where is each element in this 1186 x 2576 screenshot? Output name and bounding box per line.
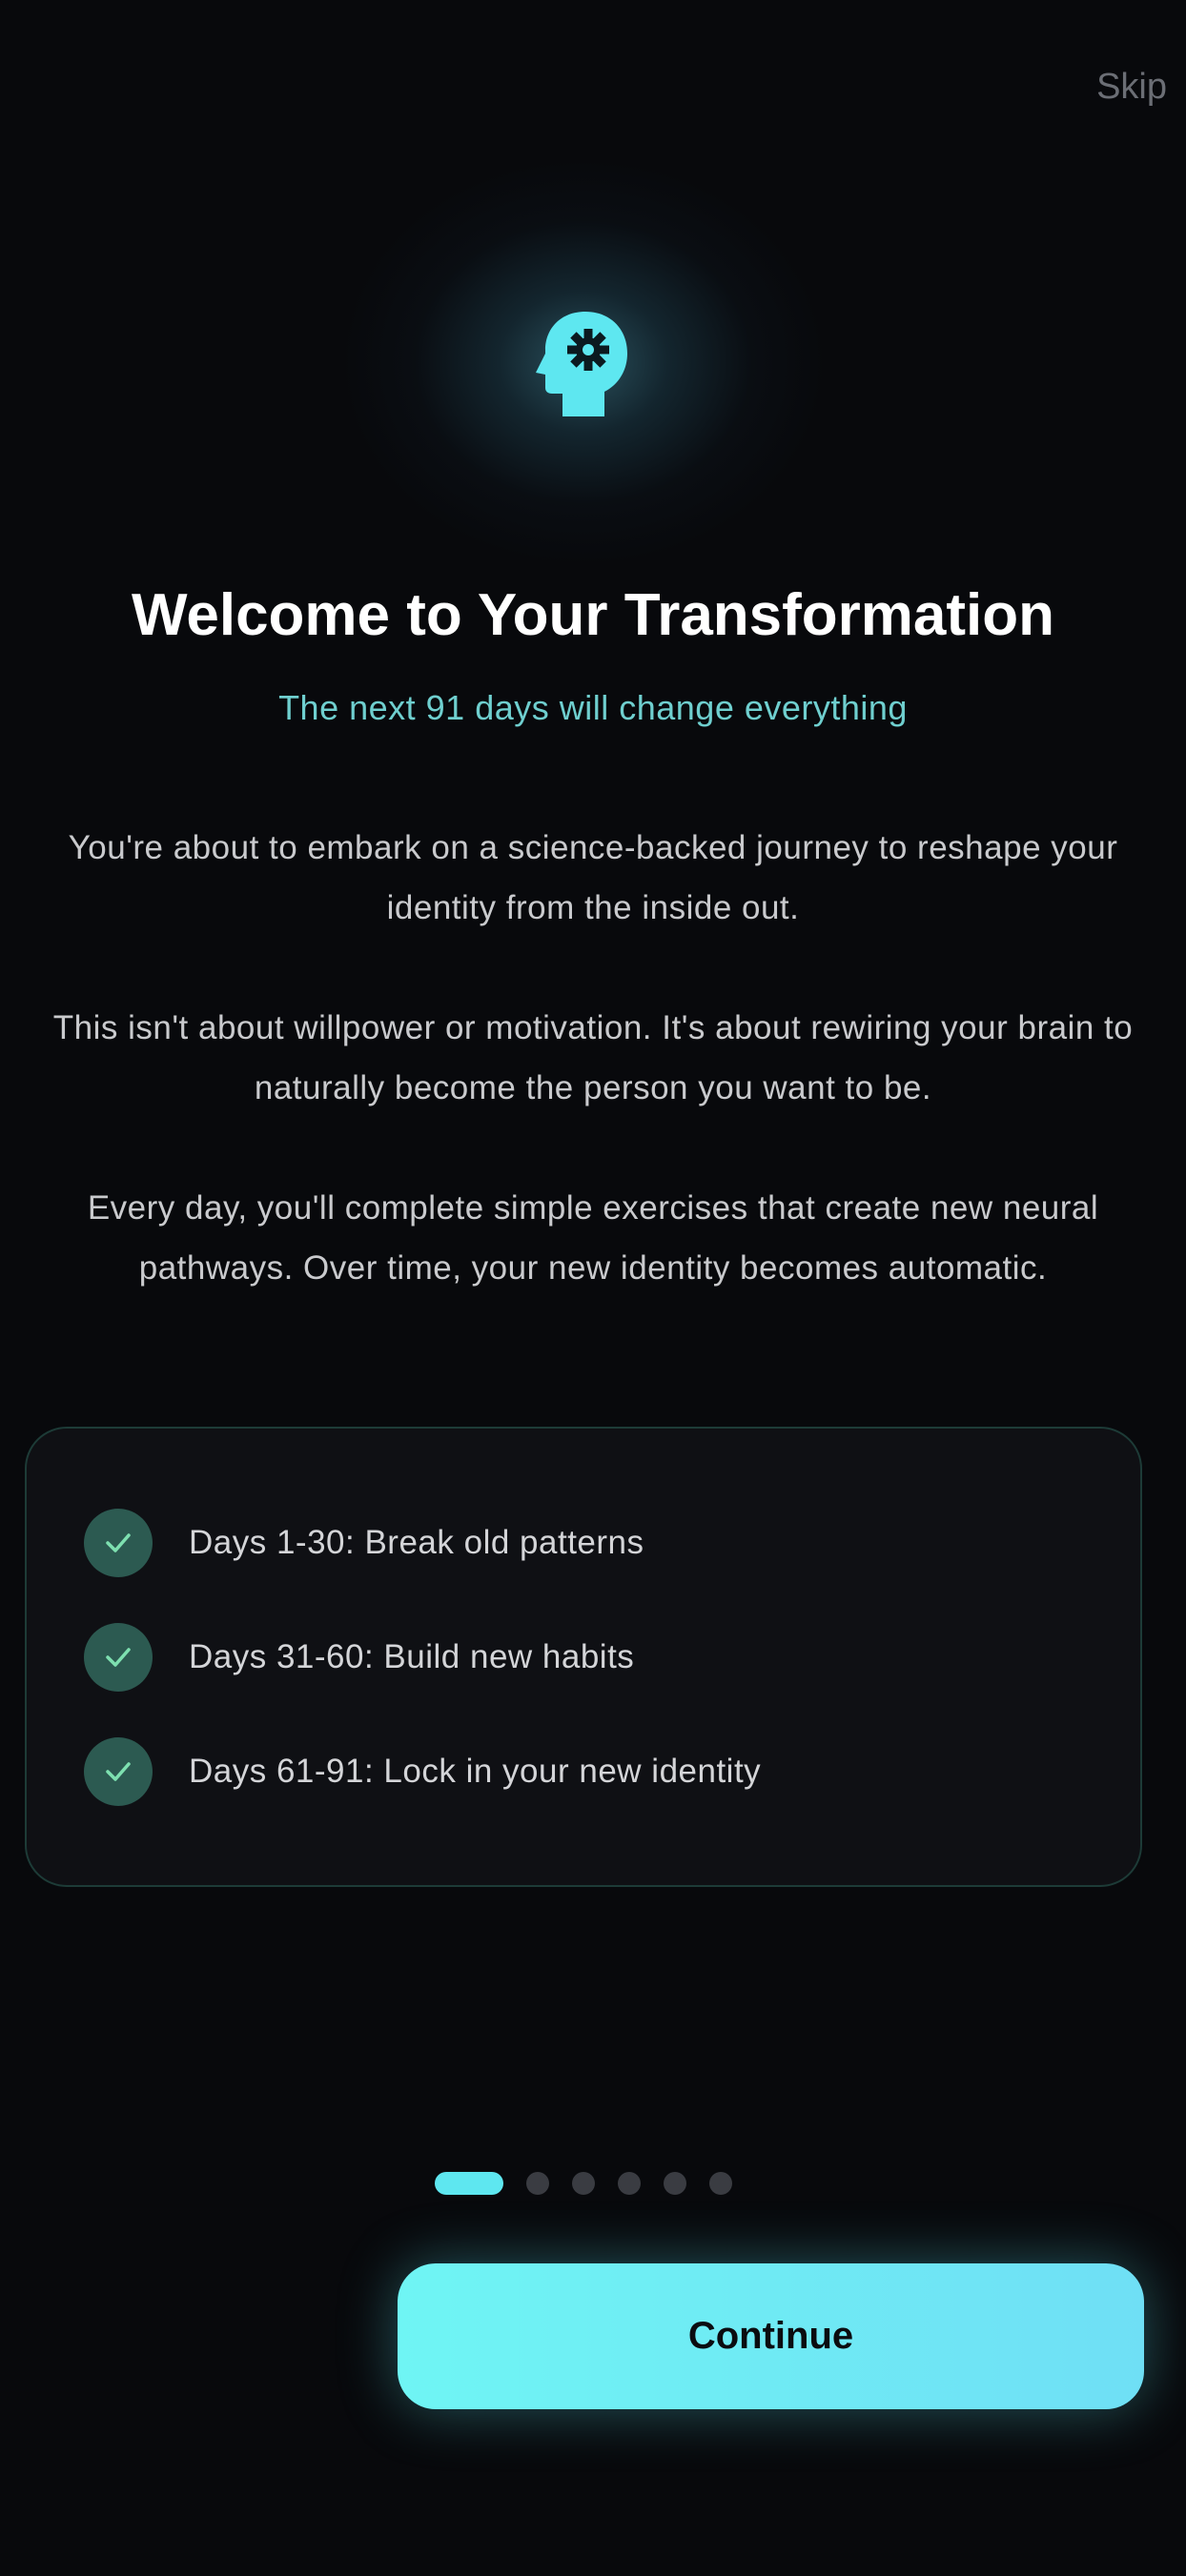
phase-label: Days 1-30: Break old patterns xyxy=(189,1524,644,1561)
pagination-dots xyxy=(435,2171,755,2196)
phase-label: Days 61-91: Lock in your new identity xyxy=(189,1753,762,1790)
phases-card: Days 1-30: Break old patterns Days 31-60… xyxy=(25,1427,1142,1887)
page-dot[interactable] xyxy=(709,2172,732,2195)
check-icon xyxy=(84,1509,153,1577)
page-subtitle: The next 91 days will change everything xyxy=(278,688,908,727)
phase-item: Days 31-60: Build new habits xyxy=(84,1623,634,1692)
check-icon xyxy=(84,1737,153,1806)
continue-button[interactable]: Continue xyxy=(398,2263,1144,2409)
page-dot-active[interactable] xyxy=(435,2172,503,2195)
page-dot[interactable] xyxy=(664,2172,686,2195)
intro-paragraph-3: Every day, you'll complete simple exerci… xyxy=(87,1189,1099,1287)
skip-button[interactable]: Skip xyxy=(1096,67,1167,108)
head-gear-icon xyxy=(536,312,627,416)
intro-paragraph-2: This isn't about willpower or motivation… xyxy=(52,1009,1134,1106)
page-title: Welcome to Your Transformation xyxy=(131,582,1055,648)
intro-paragraph-1: You're about to embark on a science-back… xyxy=(68,829,1118,926)
phase-item: Days 1-30: Break old patterns xyxy=(84,1509,644,1577)
page-dot[interactable] xyxy=(572,2172,595,2195)
phase-item: Days 61-91: Lock in your new identity xyxy=(84,1737,761,1806)
page-dot[interactable] xyxy=(618,2172,641,2195)
phase-label: Days 31-60: Build new habits xyxy=(189,1638,635,1675)
page-dot[interactable] xyxy=(526,2172,549,2195)
check-icon xyxy=(84,1623,153,1692)
